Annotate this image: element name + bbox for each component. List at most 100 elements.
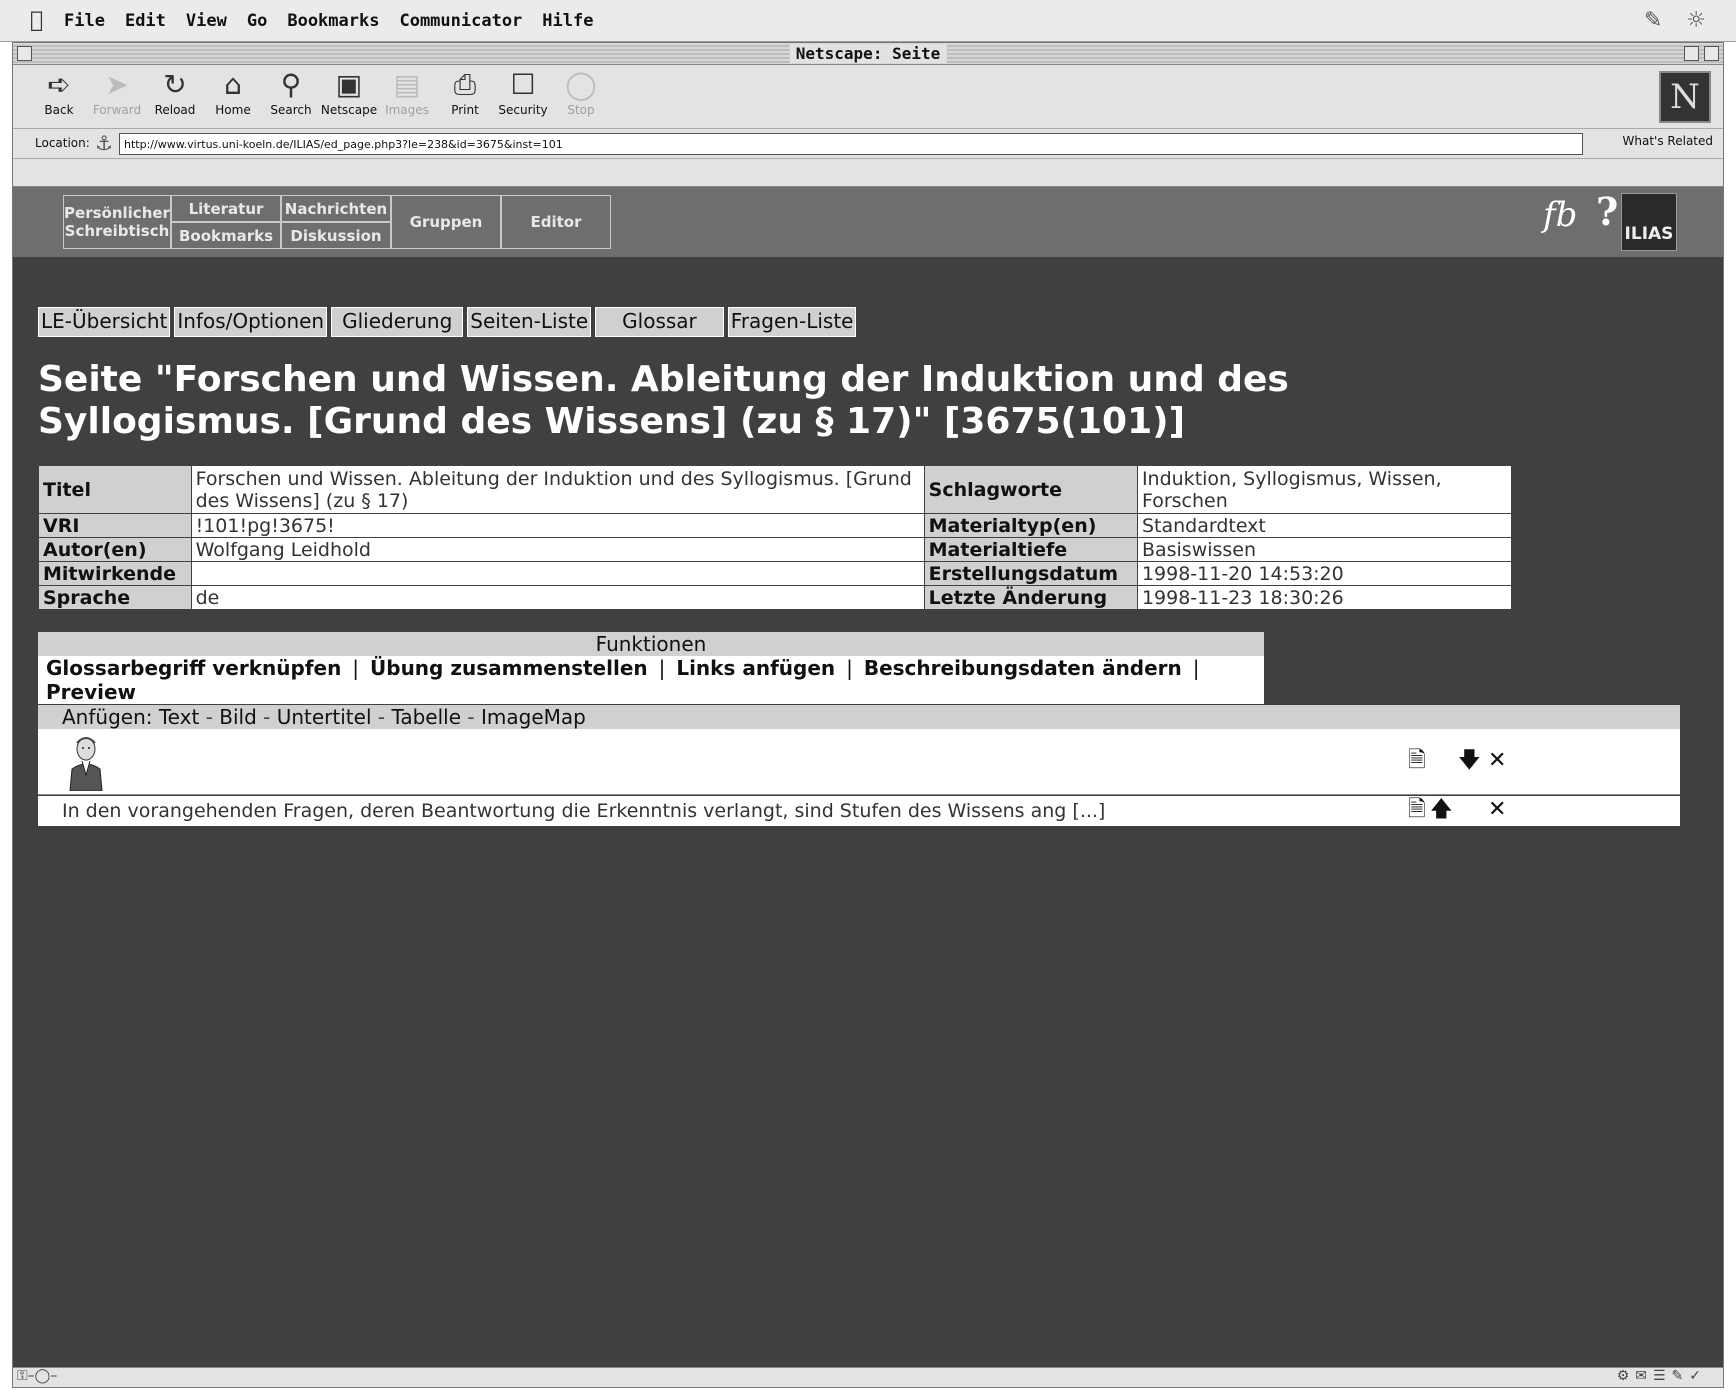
my-netscape-icon: ▣ — [335, 68, 363, 101]
menu-go[interactable]: Go — [247, 11, 267, 31]
separator: | — [352, 656, 360, 680]
delete-icon[interactable]: ✕ — [1488, 749, 1506, 773]
reload-button[interactable]: ↻ Reload — [145, 67, 205, 117]
mac-menubar:  File Edit View Go Bookmarks Communicat… — [0, 0, 1736, 42]
nav-literatur[interactable]: Literatur — [171, 195, 281, 222]
feedback-icon[interactable]: fb — [1543, 195, 1577, 235]
menu-view[interactable]: View — [186, 11, 227, 31]
meta-autor-value: Wolfgang Leidhold — [190, 537, 925, 562]
tab-infos-optionen[interactable]: Infos/Optionen — [174, 307, 328, 337]
search-button[interactable]: ⚲ Search — [261, 67, 321, 117]
nav-persoenlicher-schreibtisch[interactable]: Persönlicher Schreibtisch — [63, 195, 171, 249]
meta-materialtiefe-value: Basiswissen — [1136, 537, 1513, 562]
reload-icon: ↻ — [163, 68, 187, 101]
security-button[interactable]: ☐ Security — [493, 67, 553, 117]
stop-button[interactable]: ◯ Stop — [551, 67, 611, 117]
back-arrow-icon: ➪ — [47, 68, 71, 101]
menu-edit[interactable]: Edit — [125, 11, 166, 31]
tab-fragen-liste[interactable]: Fragen-Liste — [727, 307, 857, 337]
anfuegen-text-link[interactable]: Text — [159, 705, 199, 729]
menu-communicator[interactable]: Communicator — [399, 11, 522, 31]
beschreibungsdaten-link[interactable]: Beschreibungsdaten ändern — [864, 656, 1182, 680]
edit-document-icon[interactable]: 🗎 — [1408, 798, 1426, 822]
tab-le-uebersicht[interactable]: LE-Übersicht — [38, 307, 171, 337]
window-titlebar[interactable]: Netscape: Seite — [13, 43, 1723, 65]
le-tabs: LE-Übersicht Infos/Optionen Gliederung S… — [38, 307, 857, 337]
images-button[interactable]: ▤ Images — [377, 67, 437, 117]
page-proxy-icon[interactable]: ⚓ — [95, 131, 113, 155]
anfuegen-label: Anfügen: — [62, 705, 153, 729]
nav-editor[interactable]: Editor — [501, 195, 611, 249]
meta-schlagworte-label: Schlagworte — [923, 465, 1138, 514]
print-button[interactable]: ⎙ Print — [435, 67, 495, 117]
printer-icon: ⎙ — [453, 68, 477, 101]
delete-icon[interactable]: ✕ — [1488, 798, 1506, 822]
meta-vri-label: VRI — [38, 513, 192, 538]
window-title: Netscape: Seite — [789, 44, 947, 63]
anfuegen-tabelle-link[interactable]: Tabelle — [391, 705, 461, 729]
balloon-help-icon[interactable]: ✎ — [1644, 8, 1662, 33]
home-icon: ⌂ — [224, 68, 242, 101]
forward-button[interactable]: ➤ Forward — [87, 67, 147, 117]
location-url-field[interactable] — [119, 133, 1583, 155]
menu-hilfe[interactable]: Hilfe — [542, 11, 593, 31]
padlock-icon: ☐ — [510, 68, 536, 101]
preview-link[interactable]: Preview — [46, 680, 136, 704]
meta-erstellungsdatum-label: Erstellungsdatum — [923, 561, 1138, 586]
separator: - — [377, 705, 386, 729]
home-button[interactable]: ⌂ Home — [203, 67, 263, 117]
anfuegen-imagemap-link[interactable]: ImageMap — [481, 705, 586, 729]
anfuegen-untertitel-link[interactable]: Untertitel — [277, 705, 372, 729]
netscape-button[interactable]: ▣ Netscape — [319, 67, 379, 117]
browser-window: Netscape: Seite ➪ Back ➤ Forward ↻ Reload ⌂… — [12, 42, 1724, 1388]
move-down-icon[interactable]: 🡇 — [1458, 749, 1481, 773]
back-button[interactable]: ➪ Back — [29, 67, 89, 117]
separator: - — [467, 705, 475, 729]
meta-materialtyp-value: Standardtext — [1136, 513, 1513, 538]
whats-related-button[interactable]: What's Related — [1623, 134, 1713, 148]
netscape-throbber-logo[interactable]: N — [1659, 71, 1711, 123]
search-icon: ⚲ — [280, 68, 302, 101]
menu-bookmarks[interactable]: Bookmarks — [287, 11, 379, 31]
tab-glossar[interactable]: Glossar — [595, 307, 724, 337]
ilias-header: Persönlicher Schreibtisch Literatur Book… — [13, 187, 1723, 257]
edit-document-icon[interactable]: 🗎 — [1408, 749, 1426, 773]
meta-materialtiefe-label: Materialtiefe — [923, 537, 1138, 562]
location-label: Location: — [35, 136, 90, 150]
glossar-link[interactable]: Glossarbegriff verknüpfen — [46, 656, 341, 680]
ilias-logo[interactable]: ILIAS — [1621, 193, 1677, 251]
portrait-image[interactable] — [64, 733, 108, 791]
security-lock-status-icon[interactable]: ⚿–◯– — [17, 1368, 57, 1384]
page-content: Persönlicher Schreibtisch Literatur Book… — [13, 187, 1723, 1367]
images-icon: ▤ — [393, 68, 421, 101]
zoom-box-icon[interactable] — [1684, 46, 1699, 61]
nav-gruppen[interactable]: Gruppen — [391, 195, 501, 249]
separator: - — [205, 705, 213, 729]
move-up-icon[interactable]: 🡅 — [1430, 798, 1453, 822]
nav-nachrichten[interactable]: Nachrichten — [281, 195, 391, 222]
links-anfuegen-link[interactable]: Links anfügen — [676, 656, 835, 680]
nav-bookmarks[interactable]: Bookmarks — [171, 222, 281, 249]
metadata-table: Titel Forschen und Wissen. Ableitung der… — [38, 465, 1513, 610]
tab-seiten-liste[interactable]: Seiten-Liste — [467, 307, 592, 337]
application-menu-icon[interactable]: ☼ — [1686, 8, 1706, 33]
tab-gliederung[interactable]: Gliederung — [331, 307, 464, 337]
separator: | — [1192, 656, 1200, 680]
help-icon[interactable]: ? — [1596, 189, 1618, 234]
menu-file[interactable]: File — [64, 11, 105, 31]
meta-erstellungsdatum-value: 1998-11-20 14:53:20 — [1136, 561, 1513, 586]
nav-diskussion[interactable]: Diskussion — [281, 222, 391, 249]
funktionen-panel: Funktionen Glossarbegriff verknüpfen | Ü… — [38, 632, 1264, 704]
stop-icon: ◯ — [565, 68, 597, 101]
component-bar-icons[interactable]: ⚙✉☰✎✓ — [1617, 1368, 1707, 1384]
meta-sprache-label: Sprache — [38, 585, 192, 610]
close-box-icon[interactable] — [17, 46, 32, 61]
meta-mitwirkende-label: Mitwirkende — [38, 561, 192, 586]
paragraph-preview-text[interactable]: In den vorangehenden Fragen, deren Beant… — [62, 800, 1105, 822]
uebung-link[interactable]: Übung zusammenstellen — [370, 656, 648, 680]
anfuegen-bild-link[interactable]: Bild — [219, 705, 257, 729]
apple-menu-icon[interactable]:  — [30, 8, 43, 33]
funktionen-header: Funktionen — [38, 632, 1264, 656]
collapse-box-icon[interactable] — [1704, 46, 1719, 61]
funktionen-links: Glossarbegriff verknüpfen | Übung zusamm… — [38, 656, 1264, 704]
